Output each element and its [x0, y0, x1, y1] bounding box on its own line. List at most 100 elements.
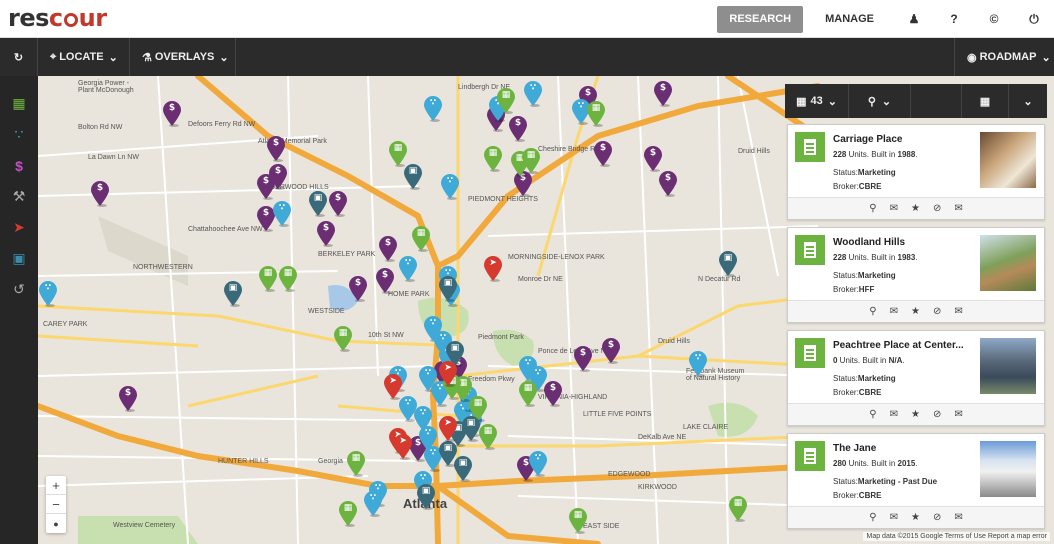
building-pin-icon[interactable]: ▦ [518, 381, 538, 407]
manage-button[interactable]: MANAGE [813, 0, 886, 38]
feed-pin-icon[interactable]: ∵ [272, 201, 292, 227]
feed-pin-icon[interactable]: ∵ [440, 174, 460, 200]
property-card[interactable]: Carriage Place 228 Units. Built in 1988.… [787, 124, 1045, 220]
envelope-icon[interactable]: ✉ [890, 203, 898, 214]
paper-plane-pin-icon[interactable]: ➤ [438, 416, 458, 442]
sidebar-feed-button[interactable]: ∵ [0, 119, 38, 150]
sidebar-dollar-button[interactable]: $ [0, 150, 38, 181]
building-pin-icon[interactable]: ▦ [411, 226, 431, 252]
briefcase-pin-icon[interactable]: ▣ [718, 251, 738, 277]
feed-pin-icon[interactable]: ∵ [688, 351, 708, 377]
briefcase-pin-icon[interactable]: ▣ [438, 441, 458, 467]
briefcase-pin-icon[interactable]: ▣ [461, 416, 481, 442]
paper-plane-pin-icon[interactable]: ➤ [383, 374, 403, 400]
ban-icon[interactable]: ⊘ [933, 512, 941, 523]
dollar-pin-icon[interactable]: $ [643, 146, 663, 172]
dollar-pin-icon[interactable]: $ [316, 221, 336, 247]
property-card[interactable]: The Jane 280 Units. Built in 2015. Statu… [787, 433, 1045, 529]
refresh-button[interactable]: ↻ [0, 38, 38, 76]
dollar-pin-icon[interactable]: $ [375, 268, 395, 294]
count-dropdown[interactable]: ▦ 43 ⌄ [785, 84, 849, 118]
dollar-pin-icon[interactable]: $ [348, 276, 368, 302]
property-name[interactable]: Woodland Hills [833, 237, 973, 248]
locate-dropdown[interactable]: ⌖ LOCATE ⌄ [38, 38, 130, 76]
comments-icon[interactable]: ✉ [954, 512, 962, 523]
dollar-pin-icon[interactable]: $ [653, 81, 673, 107]
building-pin-icon[interactable]: ▦ [346, 451, 366, 477]
building-pin-icon[interactable]: ▦ [278, 266, 298, 292]
property-photo[interactable] [980, 338, 1036, 394]
building-pin-icon[interactable]: ▦ [521, 148, 541, 174]
paper-plane-pin-icon[interactable]: ➤ [393, 434, 413, 460]
help-icon[interactable]: ? [934, 0, 974, 38]
envelope-icon[interactable]: ✉ [890, 306, 898, 317]
dollar-pin-icon[interactable]: $ [328, 191, 348, 217]
zoom-out-button[interactable]: − [46, 495, 66, 514]
star-icon[interactable]: ★ [911, 512, 920, 523]
dollar-pin-icon[interactable]: $ [90, 181, 110, 207]
sidebar-send-button[interactable]: ➤ [0, 212, 38, 243]
copyright-icon[interactable]: © [974, 0, 1014, 38]
feed-pin-icon[interactable]: ∵ [38, 281, 58, 307]
overlays-dropdown[interactable]: ⚗ OVERLAYS ⌄ [130, 38, 236, 76]
paper-plane-pin-icon[interactable]: ➤ [438, 361, 458, 387]
sidebar-tools-button[interactable]: ⚒ [0, 181, 38, 212]
envelope-icon[interactable]: ✉ [890, 409, 898, 420]
sidebar-briefcase-button[interactable]: ▣ [0, 243, 38, 274]
property-card[interactable]: Woodland Hills 228 Units. Built in 1983.… [787, 227, 1045, 323]
rescour-logo[interactable]: resc ur [8, 4, 107, 32]
feed-pin-icon[interactable]: ∵ [528, 451, 548, 477]
zoom-in-button[interactable]: + [46, 476, 66, 495]
dollar-pin-icon[interactable]: $ [378, 236, 398, 262]
dollar-pin-icon[interactable]: $ [658, 171, 678, 197]
map-marker-icon[interactable]: ⚲ [869, 409, 876, 420]
research-button[interactable]: RESEARCH [717, 5, 804, 33]
ban-icon[interactable]: ⊘ [933, 203, 941, 214]
dollar-pin-icon[interactable]: $ [162, 101, 182, 127]
building-pin-icon[interactable]: ▦ [338, 501, 358, 527]
sidebar-history-button[interactable]: ↺ [0, 274, 38, 305]
briefcase-pin-icon[interactable]: ▣ [416, 484, 436, 510]
sidebar-properties-button[interactable]: ▦ [0, 88, 38, 119]
search-dropdown[interactable]: ⚲ ⌄ [849, 84, 911, 118]
feed-pin-icon[interactable]: ∵ [398, 256, 418, 282]
street-view-icon[interactable]: ● [46, 514, 66, 533]
user-icon[interactable]: ♟ [894, 0, 934, 38]
dollar-pin-icon[interactable]: $ [118, 386, 138, 412]
roadmap-dropdown[interactable]: ◉ ROADMAP ⌄ [954, 38, 1054, 76]
briefcase-pin-icon[interactable]: ▣ [438, 276, 458, 302]
property-name[interactable]: Peachtree Place at Center... [833, 340, 973, 351]
property-name[interactable]: Carriage Place [833, 134, 973, 145]
envelope-icon[interactable]: ✉ [890, 512, 898, 523]
building-pin-icon[interactable]: ▦ [478, 424, 498, 450]
ban-icon[interactable]: ⊘ [933, 409, 941, 420]
star-icon[interactable]: ★ [911, 409, 920, 420]
comments-icon[interactable]: ✉ [954, 409, 962, 420]
building-pin-icon[interactable]: ▦ [483, 146, 503, 172]
dollar-pin-icon[interactable]: $ [601, 338, 621, 364]
property-photo[interactable] [980, 441, 1036, 497]
briefcase-pin-icon[interactable]: ▣ [223, 281, 243, 307]
building-pin-icon[interactable]: ▦ [568, 508, 588, 534]
feed-pin-icon[interactable]: ∵ [423, 96, 443, 122]
comments-icon[interactable]: ✉ [954, 306, 962, 317]
feed-pin-icon[interactable]: ∵ [363, 491, 383, 517]
table-view-button[interactable]: ▦ [961, 84, 1009, 118]
star-icon[interactable]: ★ [911, 203, 920, 214]
dollar-pin-icon[interactable]: $ [508, 116, 528, 142]
map-marker-icon[interactable]: ⚲ [869, 203, 876, 214]
map-marker-icon[interactable]: ⚲ [869, 512, 876, 523]
property-card[interactable]: Peachtree Place at Center... 0 Units. Bu… [787, 330, 1045, 426]
dollar-pin-icon[interactable]: $ [593, 141, 613, 167]
map-marker-icon[interactable]: ⚲ [869, 306, 876, 317]
feed-pin-icon[interactable]: ∵ [523, 81, 543, 107]
power-icon[interactable]: ⏻ [1014, 0, 1054, 38]
property-photo[interactable] [980, 132, 1036, 188]
building-pin-icon[interactable]: ▦ [333, 326, 353, 352]
paper-plane-pin-icon[interactable]: ➤ [483, 256, 503, 282]
dollar-pin-icon[interactable]: $ [266, 136, 286, 162]
dollar-pin-icon[interactable]: $ [573, 346, 593, 372]
property-photo[interactable] [980, 235, 1036, 291]
building-pin-icon[interactable]: ▦ [258, 266, 278, 292]
collapse-panel-button[interactable]: ⌄ [1009, 84, 1047, 118]
